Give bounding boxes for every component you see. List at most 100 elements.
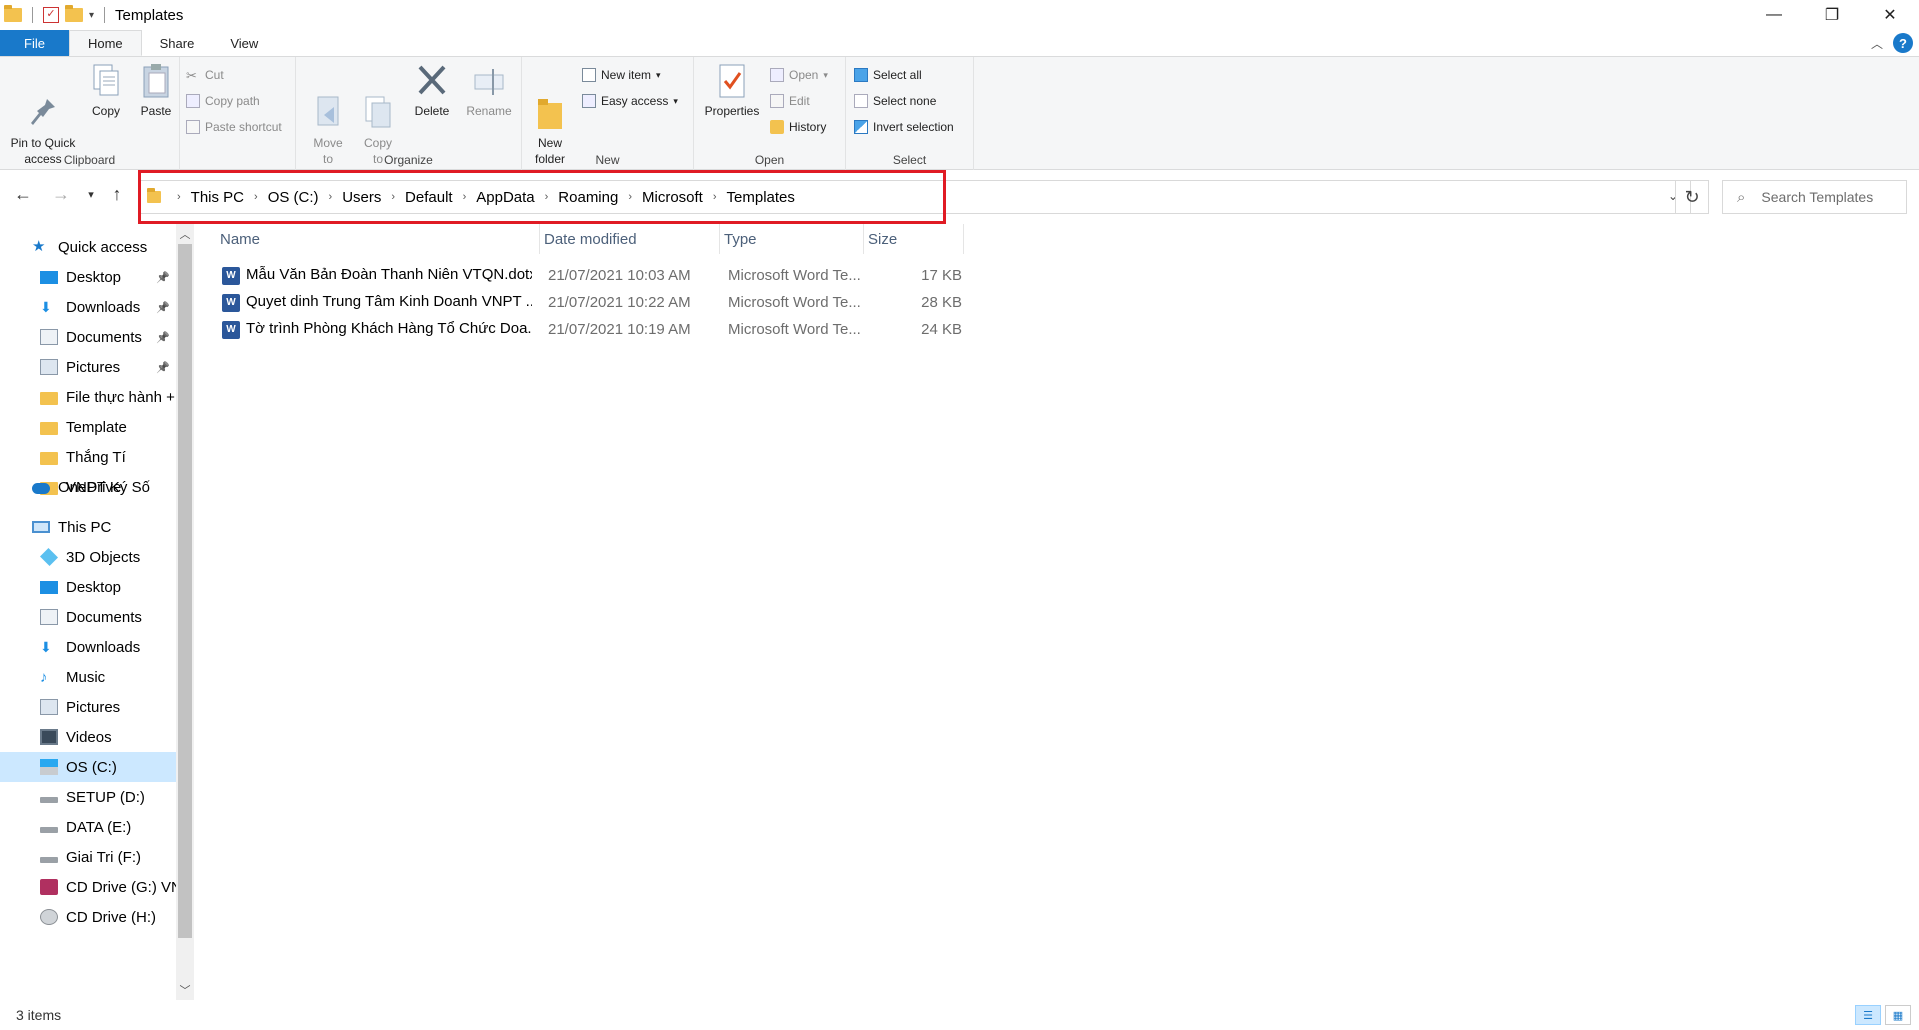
customize-qat-icon[interactable]: ▾	[89, 10, 94, 21]
breadcrumb-item[interactable]: AppData	[476, 189, 534, 206]
nav-item[interactable]: This PC	[0, 512, 176, 542]
nav-item[interactable]: Documents 📌	[0, 322, 176, 352]
address-bar[interactable]: › This PC › OS (C:) › Users › Default › AppData › R…	[138, 180, 1691, 214]
properties-check-icon[interactable]: ✓	[43, 7, 59, 23]
pin-to-quick-access-button[interactable]: Pin to Quick access	[6, 63, 80, 167]
details-view-icon[interactable]: ☰	[1855, 1005, 1881, 1025]
tab-home[interactable]: Home	[68, 30, 142, 56]
ribbon: Pin to Quick access Copy Paste Clipboard…	[0, 56, 1919, 170]
nav-item[interactable]: DATA (E:)	[0, 812, 176, 842]
back-arrow-icon[interactable]: ←	[10, 184, 36, 205]
refresh-button[interactable]: ↻	[1675, 180, 1709, 214]
breadcrumb-chevron-icon[interactable]: ›	[177, 191, 181, 203]
column-type-header[interactable]: Type	[720, 224, 864, 254]
navpane-scrollbar[interactable]: ︿ ﹀	[176, 224, 194, 1000]
move-to-button[interactable]: Move to	[308, 63, 348, 167]
invert-selection-icon	[854, 120, 868, 134]
breadcrumb-item[interactable]: Roaming	[558, 189, 618, 206]
nav-item[interactable]: Giai Tri (F:)	[0, 842, 176, 872]
nav-quick-access[interactable]: ★ Quick access	[0, 232, 176, 262]
easy-access-button[interactable]: Easy access ▾	[582, 91, 678, 111]
new-folder-button[interactable]: New folder	[530, 63, 570, 167]
nav-item[interactable]: Pictures 📌	[0, 352, 176, 382]
minimize-button[interactable]: —	[1745, 0, 1803, 30]
up-arrow-icon[interactable]: ↑	[104, 184, 130, 205]
help-icon[interactable]: ?	[1893, 33, 1913, 53]
breadcrumb-item[interactable]: Templates	[727, 189, 795, 206]
column-name-header[interactable]: Name	[196, 224, 540, 254]
nav-item[interactable]: ⬇ Downloads 📌	[0, 292, 176, 322]
scroll-down-icon[interactable]: ﹀	[176, 982, 194, 998]
nav-item[interactable]: ⬇ Downloads	[0, 632, 176, 662]
file-row[interactable]: W Tờ trình Phòng Khách Hàng Tổ Chức Doa..…	[222, 316, 1162, 343]
forward-arrow-icon[interactable]: →	[48, 184, 74, 205]
pin-icon: 📌	[156, 301, 170, 314]
breadcrumb-chevron-icon[interactable]: ›	[628, 191, 632, 203]
nav-item[interactable]: Pictures	[0, 692, 176, 722]
file-date: 21/07/2021 10:19 AM	[548, 321, 691, 338]
paste-button[interactable]: Paste	[136, 63, 176, 119]
column-date-label: Date modified	[544, 230, 637, 248]
nav-item[interactable]: OneDrive	[0, 472, 176, 502]
properties-button[interactable]: Properties	[700, 63, 764, 119]
open-label: Open	[789, 68, 819, 82]
tab-file[interactable]: File	[0, 30, 69, 56]
breadcrumb-chevron-icon[interactable]: ›	[713, 191, 717, 203]
pin-icon	[27, 79, 59, 125]
nav-item[interactable]: Videos	[0, 722, 176, 752]
recent-locations-chevron-icon[interactable]: ▾	[78, 188, 104, 201]
invert-selection-button[interactable]: Invert selection	[854, 117, 954, 137]
nav-label: Videos	[66, 728, 112, 746]
nav-item[interactable]: Desktop	[0, 572, 176, 602]
maximize-button[interactable]: ❐	[1803, 0, 1861, 30]
scrollbar-thumb[interactable]	[178, 244, 192, 938]
copy-to-button[interactable]: Copy to	[358, 63, 398, 167]
new-folder-qat-icon[interactable]	[65, 5, 83, 22]
column-date-header[interactable]: Date modified	[540, 224, 720, 254]
breadcrumb-item[interactable]: OS (C:)	[268, 189, 319, 206]
breadcrumb-chevron-icon[interactable]: ›	[545, 191, 549, 203]
rename-button[interactable]: Rename	[464, 63, 514, 119]
scroll-up-icon[interactable]: ︿	[176, 226, 194, 242]
new-item-button[interactable]: New item ▾	[582, 65, 661, 85]
breadcrumb-item[interactable]: Users	[342, 189, 381, 206]
nav-item[interactable]: Template	[0, 412, 176, 442]
nav-item[interactable]: CD Drive (G:) VN	[0, 872, 176, 902]
tab-view[interactable]: View	[212, 30, 276, 56]
search-box[interactable]: ⌕ Search Templates	[1722, 180, 1907, 214]
breadcrumb-chevron-icon[interactable]: ›	[463, 191, 467, 203]
select-all-button[interactable]: Select all	[854, 65, 922, 85]
nav-item[interactable]: 3D Objects	[0, 542, 176, 572]
breadcrumb-chevron-icon[interactable]: ›	[254, 191, 258, 203]
column-size-header[interactable]: Size	[864, 224, 964, 254]
nav-label: 3D Objects	[66, 548, 141, 566]
history-button[interactable]: History	[770, 117, 826, 137]
copy-button[interactable]: Copy	[86, 63, 126, 119]
delete-button[interactable]: Delete	[410, 63, 454, 119]
nav-item[interactable]: File thực hành +	[0, 382, 176, 412]
nav-item[interactable]: Desktop 📌	[0, 262, 176, 292]
select-none-button[interactable]: Select none	[854, 91, 936, 111]
nav-item[interactable]: OS (C:)	[0, 752, 176, 782]
edit-button[interactable]: Edit	[770, 91, 810, 111]
file-row[interactable]: W Mẫu Văn Bản Đoàn Thanh Niên VTQN.dotx 21…	[222, 262, 1162, 289]
nav-item[interactable]: ♪ Music	[0, 662, 176, 692]
breadcrumb-item[interactable]: Default	[405, 189, 453, 206]
nav-item[interactable]: Thắng Tí	[0, 442, 176, 472]
breadcrumb-item[interactable]: This PC	[191, 189, 244, 206]
nav-item[interactable]: CD Drive (H:)	[0, 902, 176, 932]
nav-label: Pictures	[66, 358, 121, 376]
large-icons-view-icon[interactable]: ▦	[1885, 1005, 1911, 1025]
file-row[interactable]: W Quyet dinh Trung Tâm Kinh Doanh VNPT ..…	[222, 289, 1162, 316]
breadcrumb-chevron-icon[interactable]: ›	[391, 191, 395, 203]
breadcrumb-item[interactable]: Microsoft	[642, 189, 703, 206]
nav-item[interactable]: SETUP (D:)	[0, 782, 176, 812]
copy-label: Copy	[91, 104, 120, 118]
tab-share[interactable]: Share	[142, 30, 213, 56]
breadcrumb-chevron-icon[interactable]: ›	[329, 191, 333, 203]
chevron-down-icon: ▾	[823, 69, 828, 80]
nav-item[interactable]: Documents	[0, 602, 176, 632]
open-button[interactable]: Open ▾	[770, 65, 828, 85]
close-button[interactable]: ✕	[1861, 0, 1919, 30]
collapse-ribbon-icon[interactable]: ︿	[1871, 35, 1883, 52]
